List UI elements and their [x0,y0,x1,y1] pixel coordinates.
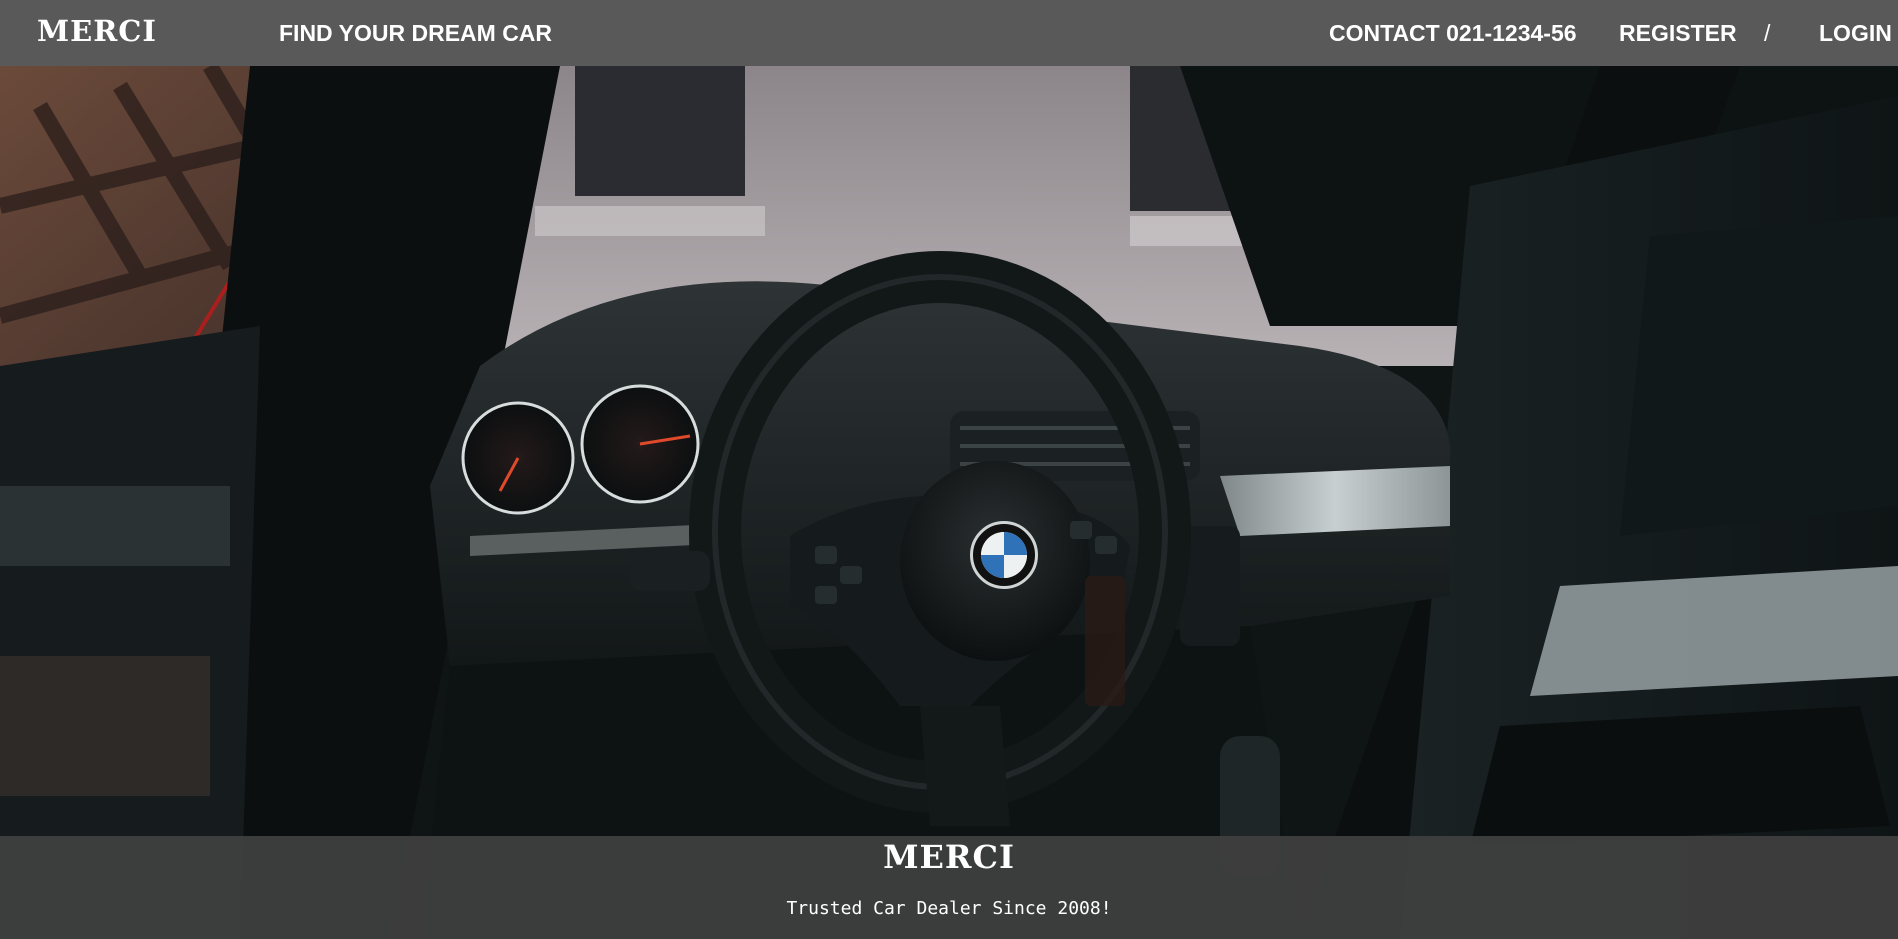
login-link[interactable]: LOGIN [1819,20,1892,47]
footer-tagline: Trusted Car Dealer Since 2008! [786,898,1112,919]
register-link[interactable]: REGISTER [1619,20,1737,47]
site-logo[interactable]: MERCI [37,14,157,48]
bmw-logo-icon [970,521,1038,589]
nav-separator: / [1764,20,1771,46]
hero-image [0,66,1898,939]
find-dream-car-link[interactable]: FIND YOUR DREAM CAR [279,20,552,47]
page: MERCI FIND YOUR DREAM CAR CONTACT 021-12… [0,0,1898,939]
car-interior-illustration [0,66,1898,939]
top-navbar: MERCI FIND YOUR DREAM CAR CONTACT 021-12… [0,0,1898,66]
footer-brand: MERCI [883,838,1015,876]
contact-link[interactable]: CONTACT 021-1234-56 [1329,20,1577,47]
